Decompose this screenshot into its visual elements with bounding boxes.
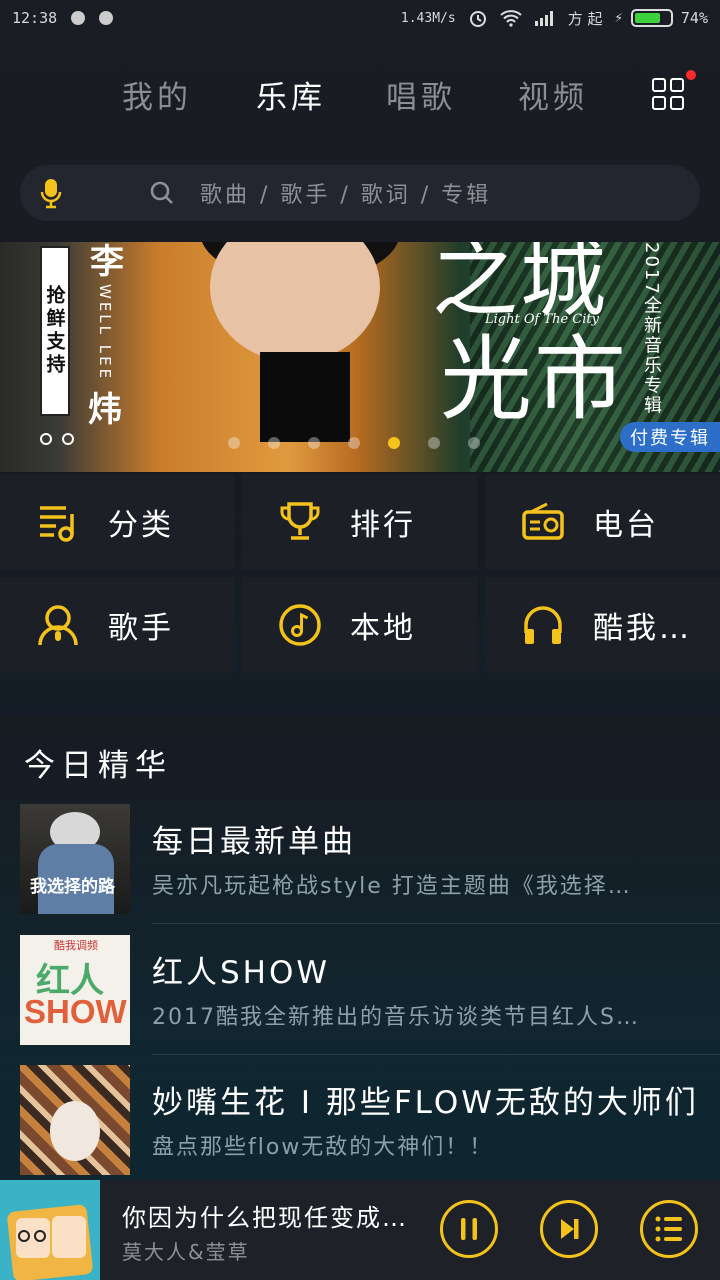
pause-button[interactable] xyxy=(440,1200,498,1258)
category-label: 本地 xyxy=(350,611,416,646)
thumbnail: 我选择的路 xyxy=(20,804,130,914)
carousel-dot[interactable] xyxy=(348,437,360,449)
wifi-icon xyxy=(500,10,522,27)
category-classify[interactable]: 分类 xyxy=(0,474,235,570)
category-label: 电台 xyxy=(593,508,659,543)
item-subtitle: 吴亦凡玩起枪战style 打造主题曲《我选择… xyxy=(152,874,632,899)
network-speed: 1.43M/s xyxy=(400,10,456,26)
battery-percent: 74% xyxy=(680,9,708,27)
divider xyxy=(152,923,720,924)
category-label: 歌手 xyxy=(108,611,174,646)
headphones-icon xyxy=(524,606,562,644)
list-item[interactable]: 妙嘴生花 I 那些FLOW无敌的大师们 盘点那些flow无敌的大神们！！ xyxy=(20,1065,720,1175)
notification-icon xyxy=(99,11,114,25)
paid-album-tag: 付费专辑 xyxy=(620,422,720,452)
search-icon xyxy=(150,181,173,204)
album-title-en: Light Of The City xyxy=(485,312,599,327)
category-local[interactable]: 本地 xyxy=(242,577,477,673)
music-note-icon xyxy=(279,604,321,646)
category-singer[interactable]: 歌手 xyxy=(0,577,235,673)
album-title: 之城 xyxy=(432,242,608,329)
notification-dot xyxy=(686,70,696,80)
list-item[interactable]: 酷我调频 红人 SHOW 红人SHOW 2017酷我全新推出的音乐访谈类节目红人… xyxy=(20,935,720,1055)
artist-photo xyxy=(210,242,380,362)
artist-name-en: WELL LEE xyxy=(96,284,114,382)
carrier-label: 方 起 xyxy=(567,9,603,28)
artist-name: 炜 xyxy=(88,390,122,430)
carousel-dot[interactable] xyxy=(468,437,480,449)
radio-icon xyxy=(522,502,564,540)
presale-badge: 抢鲜支持 xyxy=(40,246,70,416)
trophy-icon xyxy=(280,502,320,540)
item-subtitle: 盘点那些flow无敌的大神们！！ xyxy=(152,1135,494,1160)
album-subtitle: 2017全新音乐专辑 xyxy=(641,242,662,416)
top-nav: 我的 乐库 唱歌 视频 xyxy=(0,50,720,140)
item-title: 红人SHOW xyxy=(152,955,331,991)
list-item[interactable]: 我选择的路 每日最新单曲 吴亦凡玩起枪战style 打造主题曲《我选择… xyxy=(20,804,720,924)
next-icon xyxy=(561,1219,579,1239)
category-ranking[interactable]: 排行 xyxy=(242,474,477,570)
carousel-dot[interactable] xyxy=(388,437,400,449)
section-title: 今日精华 xyxy=(24,748,172,784)
clock: 12:38 xyxy=(12,9,58,27)
carousel-dot[interactable] xyxy=(228,437,240,449)
mini-player[interactable]: 你因为什么把现任变成… 莫大人&莹草 xyxy=(0,1180,720,1280)
banner-indicator xyxy=(40,433,74,445)
thumbnail: 酷我调频 红人 SHOW xyxy=(20,935,130,1045)
item-title: 妙嘴生花 I 那些FLOW无敌的大师们 xyxy=(152,1085,699,1121)
category-radio[interactable]: 电台 xyxy=(485,474,720,570)
list-icon xyxy=(655,1216,682,1242)
category-kuwo[interactable]: 酷我… xyxy=(485,577,720,673)
notification-icon xyxy=(71,11,86,25)
carousel-dot[interactable] xyxy=(428,437,440,449)
thumbnail-text: SHOW xyxy=(24,993,127,1030)
album-title: 光市 xyxy=(440,326,629,433)
artist-photo xyxy=(260,352,350,442)
tab-video[interactable]: 视频 xyxy=(518,72,588,117)
item-subtitle: 2017酷我全新推出的音乐访谈类节目红人S… xyxy=(152,1005,640,1030)
artist-name: 李 xyxy=(90,242,124,282)
signal-icon xyxy=(534,11,553,26)
category-label: 分类 xyxy=(108,508,174,543)
battery: ⚡ 74% xyxy=(614,9,708,27)
thumbnail-text: 我选择的路 xyxy=(30,877,115,897)
alarm-icon xyxy=(469,11,486,27)
album-art[interactable] xyxy=(0,1180,100,1280)
thumbnail xyxy=(20,1065,130,1175)
playlist-button[interactable] xyxy=(640,1200,698,1258)
tab-mine[interactable]: 我的 xyxy=(122,72,192,117)
charging-icon: ⚡ xyxy=(614,10,623,26)
microphone-icon[interactable] xyxy=(40,177,62,209)
thumbnail-tag: 酷我调频 xyxy=(54,939,98,952)
carousel-dots xyxy=(228,437,480,449)
category-label: 排行 xyxy=(350,508,416,543)
pause-icon xyxy=(461,1218,477,1240)
battery-fill xyxy=(634,13,661,23)
apps-grid-icon[interactable] xyxy=(652,78,686,112)
singer-icon xyxy=(38,605,78,646)
playlist-icon xyxy=(40,506,74,542)
now-playing-artist: 莫大人&莹草 xyxy=(122,1240,250,1264)
tab-sing[interactable]: 唱歌 xyxy=(386,72,456,117)
search-bar[interactable]: 歌曲 / 歌手 / 歌词 / 专辑 xyxy=(20,165,700,221)
status-bar: 12:38 1.43M/s 方 起 ⚡ 74% xyxy=(0,0,720,36)
search-placeholder[interactable]: 歌曲 / 歌手 / 歌词 / 专辑 xyxy=(200,177,491,209)
next-button[interactable] xyxy=(540,1200,598,1258)
tab-library[interactable]: 乐库 xyxy=(256,72,326,117)
divider xyxy=(152,1054,720,1055)
carousel-dot[interactable] xyxy=(308,437,320,449)
now-playing-title: 你因为什么把现任变成… xyxy=(122,1204,408,1232)
carousel-dot[interactable] xyxy=(268,437,280,449)
category-label: 酷我… xyxy=(593,611,692,646)
item-title: 每日最新单曲 xyxy=(152,824,356,860)
